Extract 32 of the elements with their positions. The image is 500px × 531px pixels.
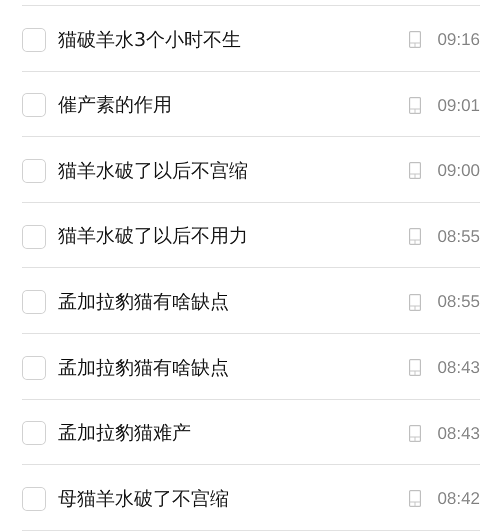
phone-icon (409, 490, 422, 508)
checkbox[interactable] (22, 28, 46, 52)
checkbox[interactable] (22, 290, 46, 314)
phone-icon (409, 31, 422, 48)
time-label: 08:43 (437, 357, 480, 380)
time-label: 08:43 (437, 422, 480, 445)
checkbox[interactable] (22, 93, 46, 118)
time-label: 08:42 (437, 488, 480, 510)
item-title: 猫破羊水3个小时不生 (58, 28, 242, 53)
time-label: 09:00 (437, 160, 480, 182)
item-title: 猫羊水破了以后不宫缩 (58, 158, 249, 184)
phone-icon (409, 424, 422, 442)
item-title: 母猫羊水破了不宫缩 (58, 486, 230, 512)
item-title: 猫羊水破了以后不用力 (58, 224, 249, 250)
checkbox[interactable] (22, 158, 46, 183)
checkbox[interactable] (22, 421, 46, 446)
phone-icon (409, 228, 422, 246)
item-title: 孟加拉豹猫有啥缺点 (58, 356, 230, 381)
item-title: 催产素的作用 (58, 93, 173, 118)
checkbox[interactable] (22, 486, 46, 511)
phone-icon (409, 294, 422, 311)
checkbox[interactable] (22, 356, 46, 380)
item-title: 孟加拉豹猫难产 (58, 421, 192, 446)
phone-icon (409, 359, 422, 376)
time-label: 08:55 (437, 291, 480, 314)
phone-icon (409, 162, 422, 180)
time-label: 08:55 (437, 226, 480, 248)
phone-icon (409, 96, 422, 114)
time-label: 09:16 (437, 29, 480, 52)
item-title: 孟加拉豹猫有啥缺点 (58, 290, 230, 315)
checkbox[interactable] (22, 224, 46, 249)
time-label: 09:01 (437, 94, 480, 117)
